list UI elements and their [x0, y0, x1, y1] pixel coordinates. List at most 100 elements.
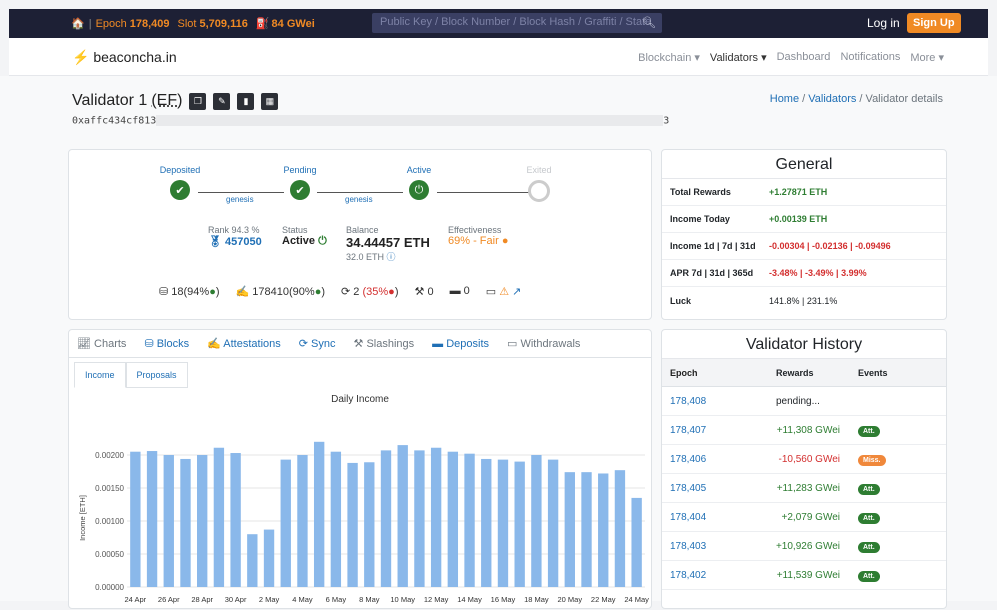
epoch-link[interactable]: 178,408	[662, 396, 768, 407]
income-bar[interactable]	[497, 459, 509, 587]
event-badge: Att.	[858, 483, 880, 495]
income-bar[interactable]	[330, 451, 342, 587]
epoch-link[interactable]: 178,406	[662, 454, 768, 465]
epoch-link[interactable]: 178,404	[662, 512, 768, 523]
income-bar[interactable]	[180, 458, 191, 587]
deposits-count[interactable]: ▬ 0	[450, 285, 470, 298]
income-bar[interactable]	[447, 451, 459, 587]
tab-blocks[interactable]: ⛁ Blocks	[144, 337, 189, 350]
subtab-proposals[interactable]: Proposals	[125, 362, 188, 388]
epoch-value[interactable]: 178,409	[130, 18, 170, 30]
help-icon[interactable]: ⓘ	[387, 252, 396, 262]
proposals-count[interactable]: ⛁ 18(94%●)	[159, 285, 220, 298]
genesis-link[interactable]: genesis	[345, 195, 373, 204]
income-bar[interactable]	[481, 458, 492, 587]
withdrawal-status[interactable]: ▭ ⚠ ↗	[486, 285, 522, 298]
nav-more[interactable]: More ▾	[910, 51, 944, 64]
home-icon[interactable]: 🏠	[71, 17, 85, 30]
breadcrumb-validators[interactable]: Validators	[808, 93, 856, 105]
income-bar[interactable]	[581, 472, 592, 587]
income-bar[interactable]	[631, 497, 642, 587]
login-link[interactable]: Log in	[867, 16, 900, 30]
income-bar[interactable]	[197, 455, 208, 587]
income-bar[interactable]	[547, 459, 559, 587]
page-title: Validator 1 (EF) ❐ ✎ ▮ ▦	[72, 92, 279, 110]
slashings-count[interactable]: ⚒ 0	[415, 285, 434, 298]
tab-charts[interactable]: 📈︎ Charts	[77, 337, 126, 350]
slot-value[interactable]: 5,709,116	[200, 18, 248, 30]
nav-blockchain[interactable]: Blockchain ▾	[638, 51, 700, 64]
x-tick-label: 8 May	[359, 595, 380, 604]
x-tick-label: 24 Apr	[125, 595, 147, 604]
tab-sync[interactable]: ⟳ Sync	[299, 337, 336, 350]
subtab-income[interactable]: Income	[74, 362, 126, 388]
epoch-link[interactable]: 178,403	[662, 541, 768, 552]
income-bar[interactable]	[213, 447, 225, 587]
income-bar[interactable]	[230, 453, 241, 587]
epoch-link[interactable]: 178,407	[662, 425, 768, 436]
income-bar[interactable]	[414, 450, 425, 587]
nav-validators[interactable]: Validators ▾	[710, 51, 767, 64]
x-tick-label: 6 May	[326, 595, 347, 604]
table-icon[interactable]: ▦	[261, 92, 279, 110]
x-tick-label: 16 May	[491, 595, 516, 604]
nav-notifications[interactable]: Notifications	[840, 51, 900, 64]
breadcrumb-home[interactable]: Home	[770, 93, 799, 105]
breadcrumb: Home / Validators / Validator details	[769, 93, 943, 105]
income-bar[interactable]	[297, 455, 308, 587]
general-row: Total Rewards +1.27871 ETH	[662, 179, 946, 206]
search-icon[interactable]: 🔍︎	[642, 16, 656, 29]
validator-tag[interactable]: (EF)	[151, 92, 182, 110]
brand[interactable]: ⚡ beaconcha.in	[72, 49, 177, 66]
income-bar[interactable]	[280, 459, 291, 587]
income-bar[interactable]	[430, 447, 442, 587]
x-tick-label: 26 Apr	[158, 595, 180, 604]
tab-slashings[interactable]: ⚒ Slashings	[354, 337, 415, 350]
epoch-link[interactable]: 178,405	[662, 483, 768, 494]
bookmark-icon[interactable]: ▮	[237, 92, 255, 110]
income-bar[interactable]	[380, 450, 392, 587]
tab-withdrawals[interactable]: ▭ Withdrawals	[507, 337, 580, 350]
rank-value[interactable]: 457050	[225, 236, 262, 248]
income-bar[interactable]	[464, 453, 475, 587]
epoch-link[interactable]: 178,402	[662, 570, 768, 581]
tab-bar: 📈︎ Charts ⛁ Blocks ✍ Attestations ⟳ Sync…	[69, 330, 651, 358]
external-link-icon[interactable]: ↗	[512, 286, 521, 298]
search-input[interactable]: Public Key / Block Number / Block Hash /…	[372, 13, 662, 33]
wallet-icon: ▬	[432, 337, 444, 350]
genesis-link[interactable]: genesis	[226, 195, 254, 204]
nav-dashboard[interactable]: Dashboard	[777, 51, 831, 64]
income-bar[interactable]	[130, 451, 141, 587]
income-bar[interactable]	[146, 451, 158, 587]
sync-icon: ⟳	[341, 286, 351, 298]
income-bar[interactable]	[163, 455, 174, 587]
income-bar[interactable]	[364, 462, 375, 587]
step-pending: Pending ✔	[270, 165, 330, 200]
y-tick-label: 0.00150	[95, 484, 124, 493]
tab-attestations[interactable]: ✍ Attestations	[207, 337, 281, 350]
income-bar[interactable]	[564, 472, 575, 587]
income-bar[interactable]	[531, 455, 542, 587]
income-bar[interactable]	[347, 462, 358, 587]
copy-icon[interactable]: ❐	[189, 92, 207, 110]
sync-count[interactable]: ⟳ 2 (35%●)	[341, 285, 398, 298]
signup-button[interactable]: Sign Up	[907, 13, 961, 33]
tab-deposits[interactable]: ▬ Deposits	[432, 338, 489, 350]
event-badge: Att.	[858, 425, 880, 437]
proposals-value: 18(94%	[171, 286, 210, 298]
general-row: Luck 141.8% | 231.1%	[662, 287, 946, 314]
income-bar[interactable]	[313, 441, 325, 587]
edit-icon[interactable]: ✎	[213, 92, 231, 110]
attestations-count[interactable]: ✍ 178410(90%●)	[236, 285, 325, 298]
gas-value[interactable]: 84 GWei	[272, 18, 315, 30]
tab-label: Attestations	[223, 338, 281, 350]
income-bar[interactable]	[397, 445, 408, 587]
row-value: +0.00139 ETH	[769, 214, 828, 224]
income-bar[interactable]	[614, 470, 626, 587]
check-icon: ✔	[170, 180, 190, 200]
income-bar[interactable]	[514, 461, 525, 587]
income-bar[interactable]	[247, 534, 258, 587]
income-bar[interactable]	[263, 529, 275, 587]
chart-icon: 📈︎	[77, 338, 91, 350]
income-bar[interactable]	[598, 473, 609, 587]
